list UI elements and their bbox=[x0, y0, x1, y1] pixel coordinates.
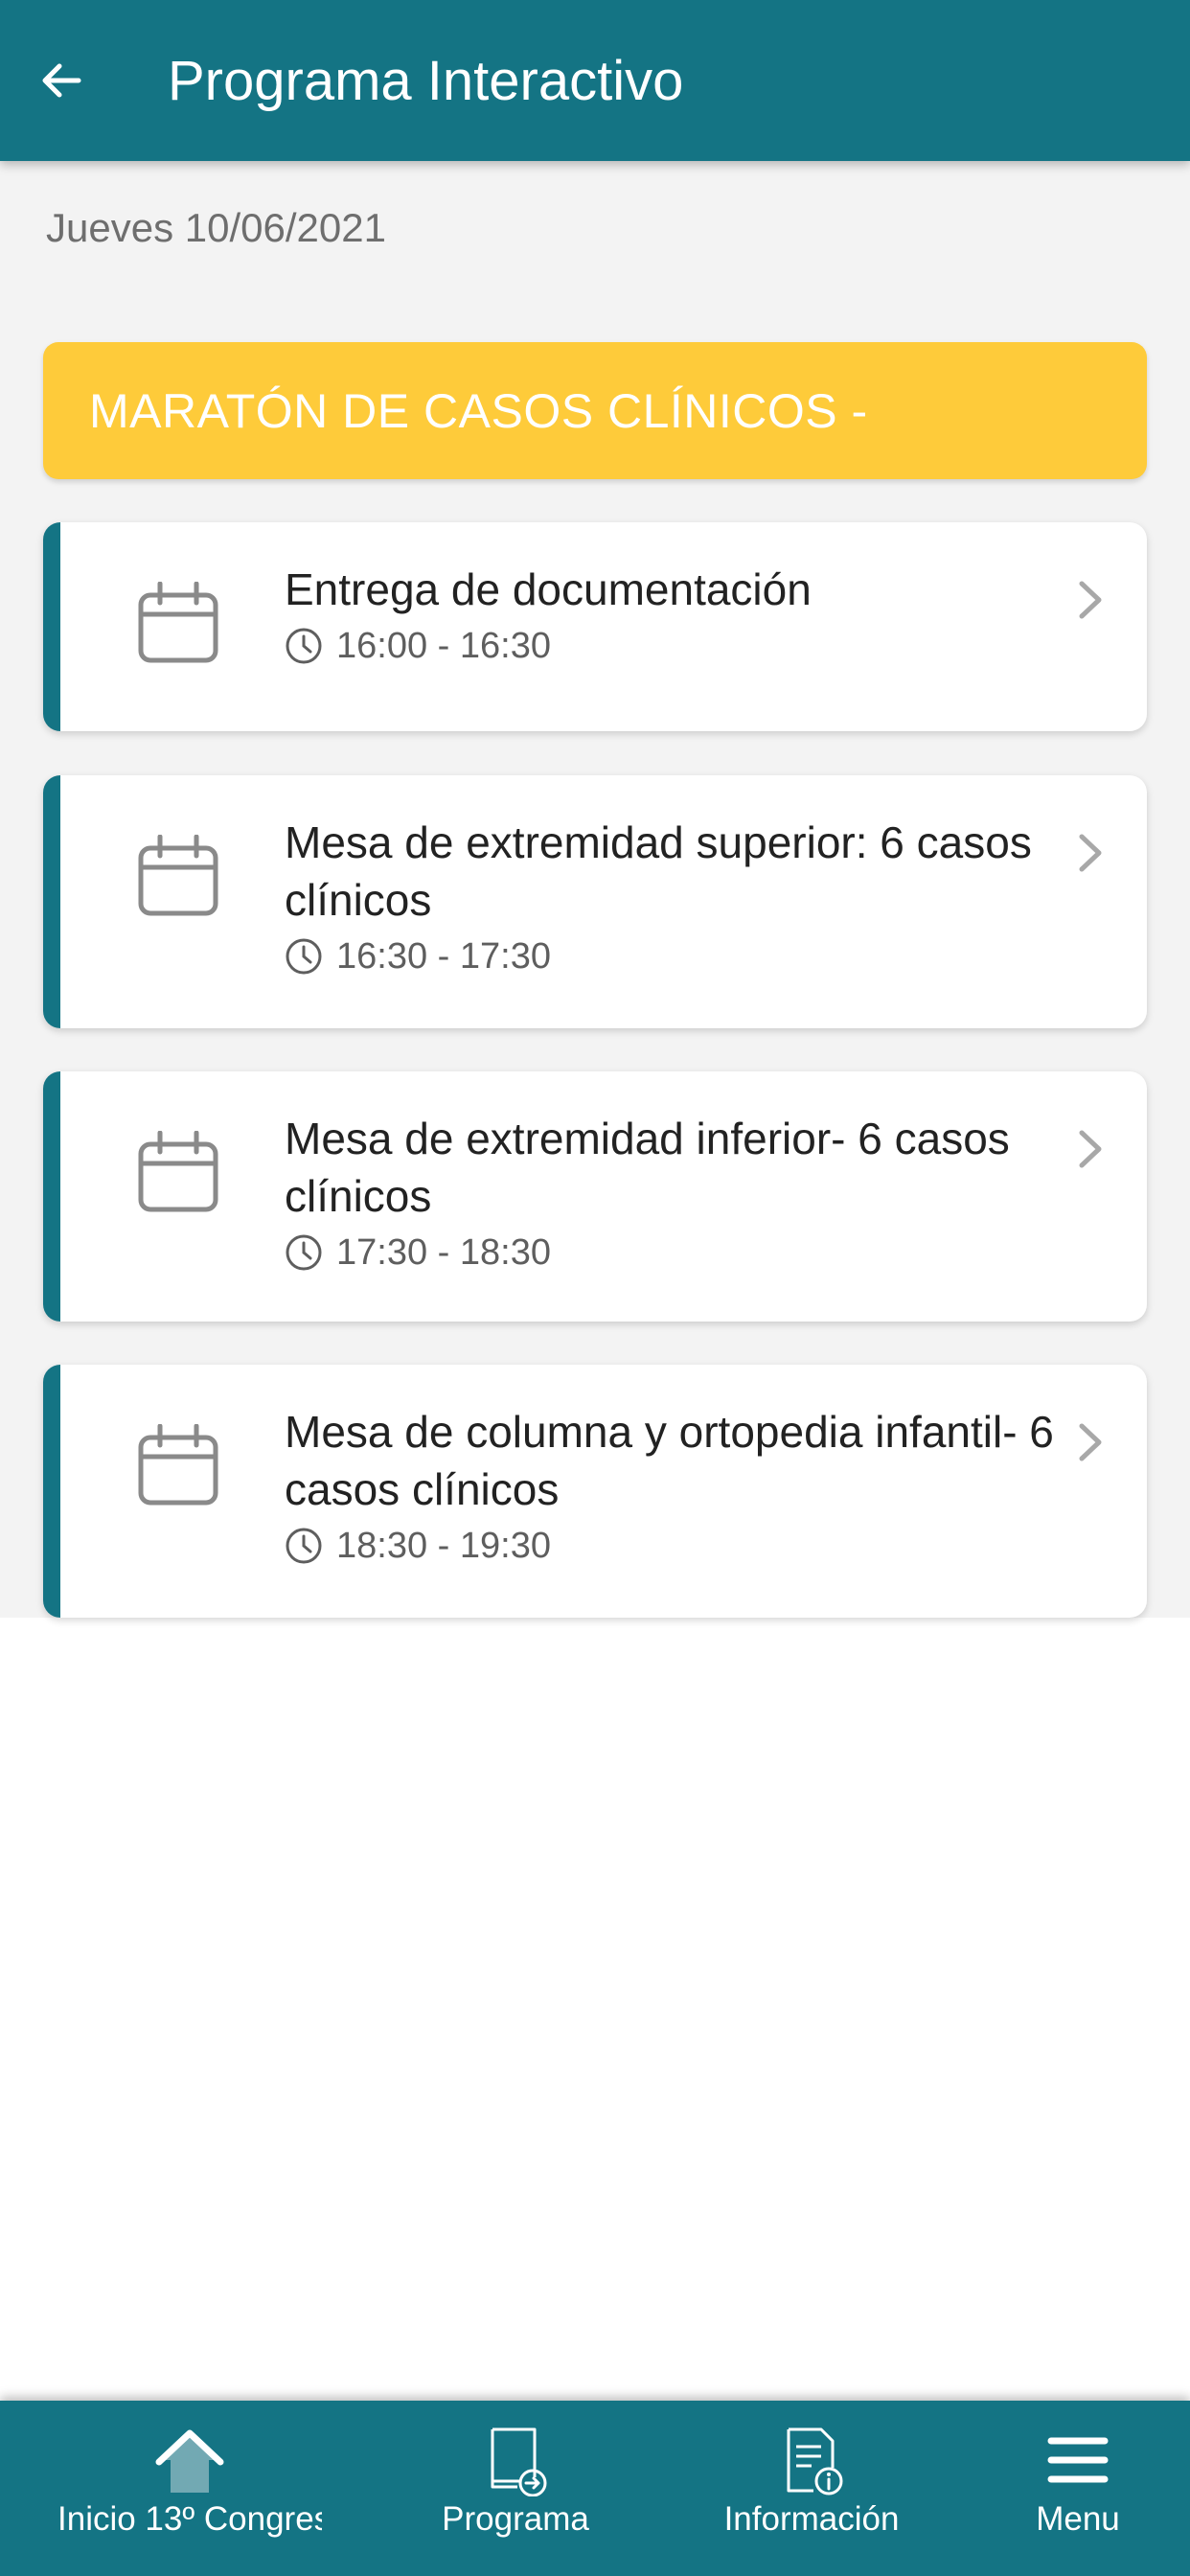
session-time-text: 17:30 - 18:30 bbox=[336, 1232, 551, 1273]
session-title: Mesa de extremidad inferior- 6 casos clí… bbox=[285, 1114, 1010, 1221]
session-card-upper-limb[interactable]: Mesa de extremidad superior: 6 casos clí… bbox=[43, 775, 1147, 1028]
chevron-right-icon bbox=[1079, 1423, 1102, 1461]
calendar-icon bbox=[138, 1424, 218, 1506]
clock-icon bbox=[286, 628, 322, 664]
chevron-right-icon bbox=[1079, 834, 1102, 872]
calendar-icon bbox=[138, 1131, 218, 1212]
nav-label-menu: Menu bbox=[1036, 2500, 1120, 2538]
session-card-lower-limb[interactable]: Mesa de extremidad inferior- 6 casos clí… bbox=[43, 1071, 1147, 1322]
session-time: 16:00 - 16:30 bbox=[285, 620, 1089, 672]
nav-label-programa: Programa bbox=[442, 2500, 589, 2538]
section-title: MARATÓN DE CASOS CLÍNICOS - bbox=[89, 383, 868, 438]
nav-label-informacion: Información bbox=[723, 2500, 900, 2538]
clock-icon bbox=[286, 938, 322, 975]
session-title: Mesa de extremidad superior: 6 casos clí… bbox=[285, 817, 1032, 925]
session-time-text: 16:00 - 16:30 bbox=[336, 626, 551, 666]
bottom-navigation: Inicio 13º Congreso Programa Información bbox=[0, 2401, 1190, 2576]
app-header: Programa Interactivo bbox=[0, 0, 1190, 161]
session-time-text: 18:30 - 19:30 bbox=[336, 1526, 551, 1566]
page-title: Programa Interactivo bbox=[168, 50, 684, 112]
arrow-left-icon bbox=[42, 63, 81, 98]
calendar-icon bbox=[138, 835, 218, 916]
clock-icon bbox=[286, 1234, 322, 1271]
nav-label-home: Inicio 13º Congreso bbox=[57, 2500, 322, 2538]
program-icon bbox=[491, 2427, 547, 2496]
date-label: Jueves 10/06/2021 bbox=[46, 205, 386, 250]
section-banner: MARATÓN DE CASOS CLÍNICOS - bbox=[43, 342, 1147, 479]
chevron-right-icon bbox=[1079, 581, 1102, 619]
session-title: Entrega de documentación bbox=[285, 564, 812, 614]
back-button[interactable] bbox=[29, 42, 94, 119]
clock-icon bbox=[286, 1528, 322, 1564]
session-card-spine-pediatric[interactable]: Mesa de columna y ortopedia infantil- 6 … bbox=[43, 1365, 1147, 1618]
session-time: 17:30 - 18:30 bbox=[285, 1227, 1089, 1278]
session-time-text: 16:30 - 17:30 bbox=[336, 936, 551, 977]
session-time: 18:30 - 19:30 bbox=[285, 1520, 1089, 1572]
nav-item-menu[interactable]: Menu bbox=[996, 2401, 1159, 2576]
nav-item-home[interactable]: Inicio 13º Congreso bbox=[57, 2401, 322, 2576]
info-document-icon bbox=[787, 2427, 843, 2496]
home-icon bbox=[155, 2429, 224, 2493]
session-time: 16:30 - 17:30 bbox=[285, 931, 1089, 982]
calendar-icon bbox=[138, 582, 218, 663]
nav-item-programa[interactable]: Programa bbox=[381, 2401, 650, 2576]
hamburger-menu-icon bbox=[1047, 2437, 1109, 2483]
session-card-documentation[interactable]: Entrega de documentación 16:00 - 16:30 bbox=[43, 522, 1147, 731]
session-title: Mesa de columna y ortopedia infantil- 6 … bbox=[285, 1407, 1054, 1514]
nav-item-informacion[interactable]: Información bbox=[690, 2401, 933, 2576]
chevron-right-icon bbox=[1079, 1130, 1102, 1168]
